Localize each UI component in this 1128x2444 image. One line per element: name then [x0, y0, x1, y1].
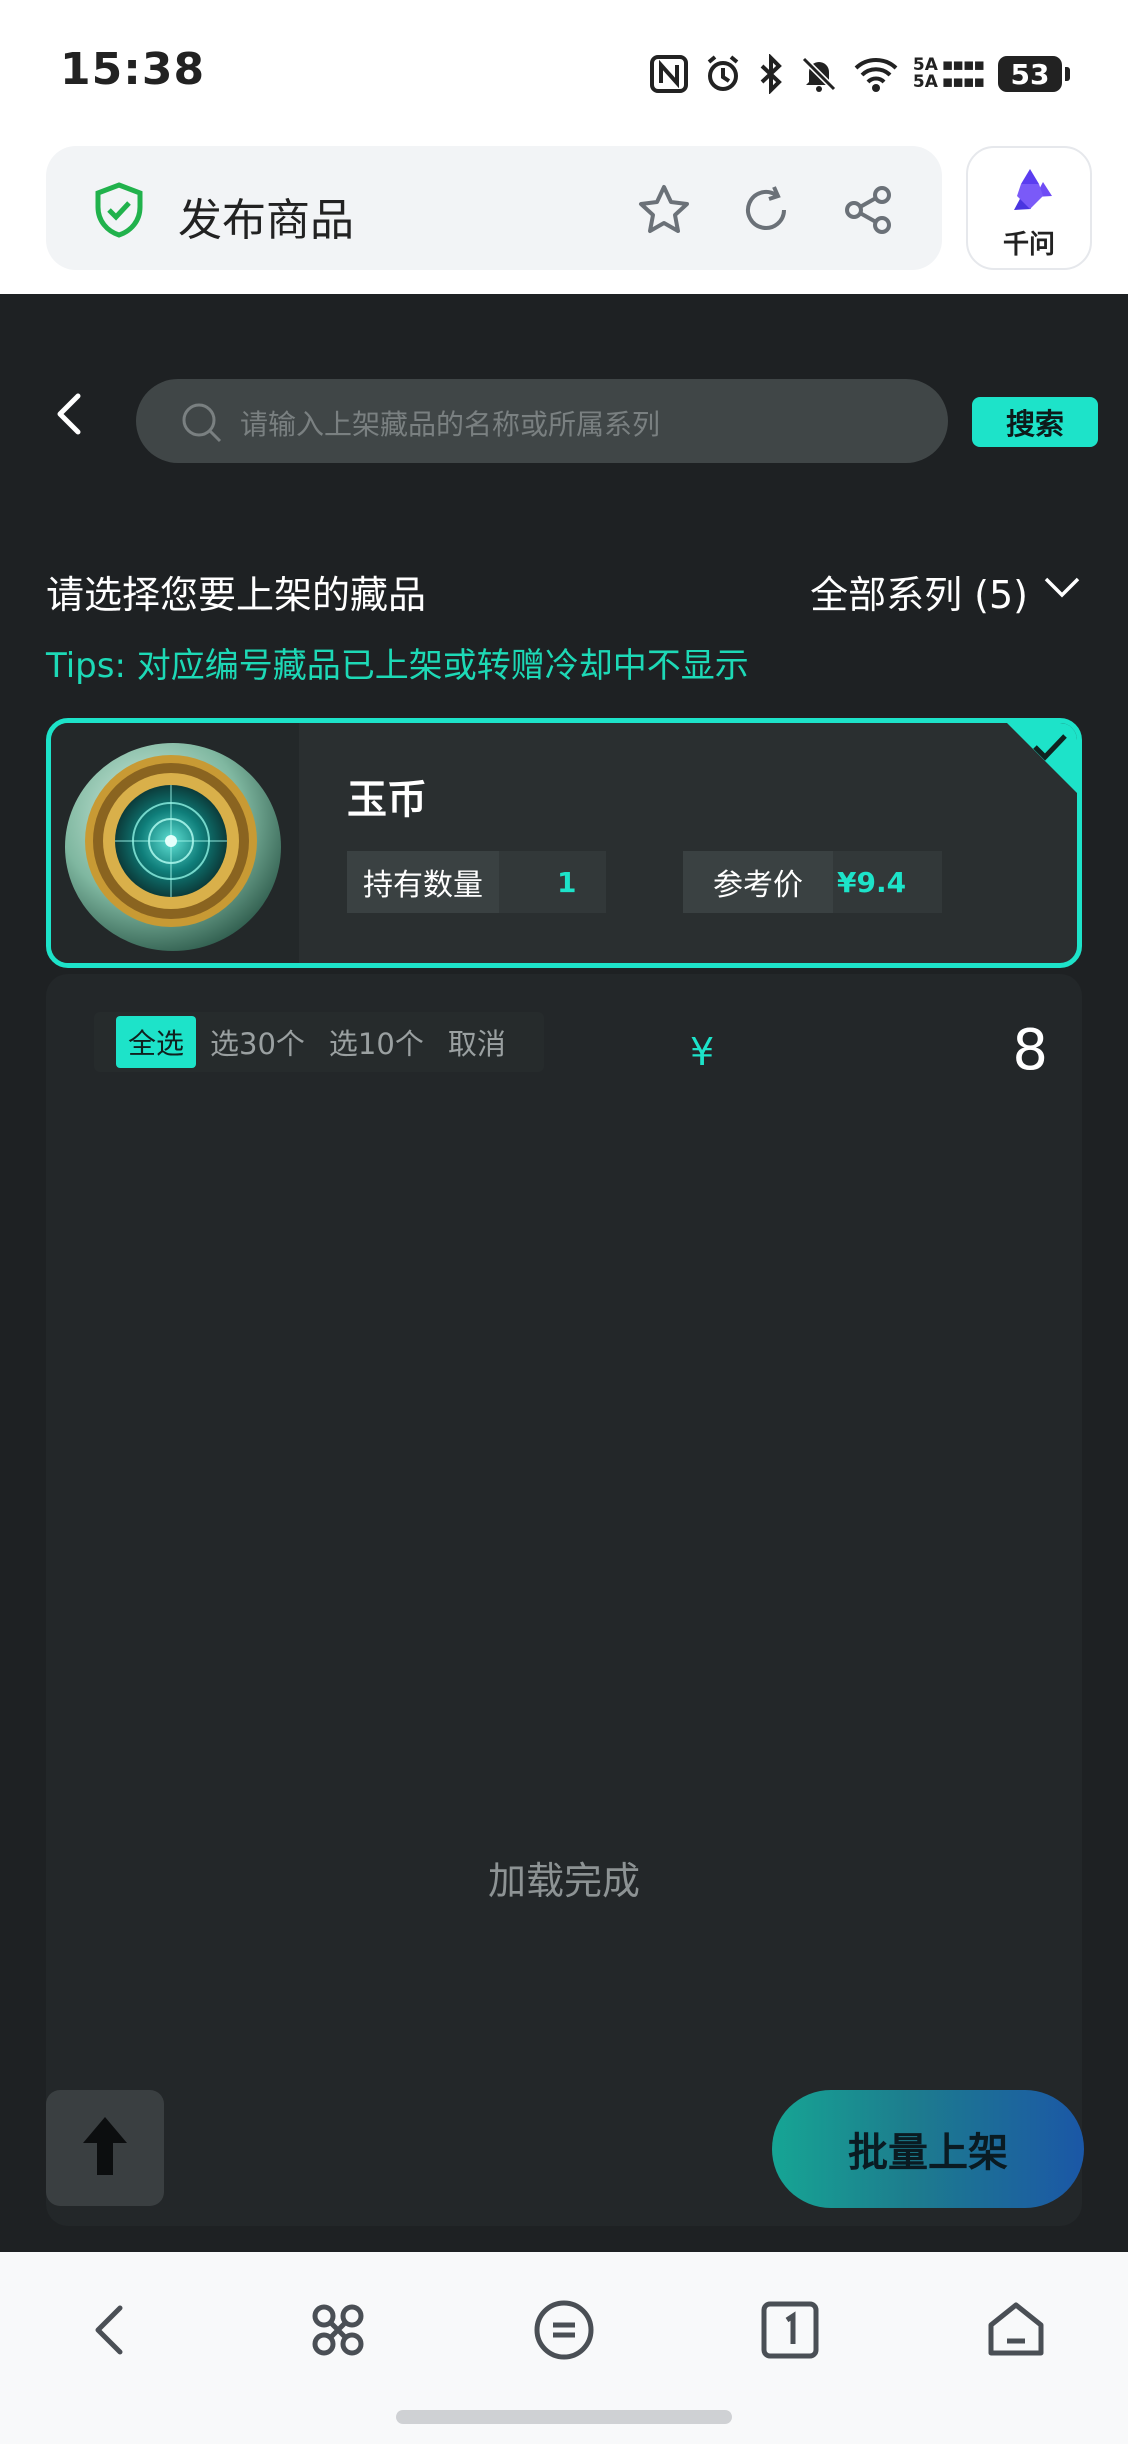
publish-page: 请输入上架藏品的名称或所属系列 搜索 请选择您要上架的藏品 全部系列 (5) T… [0, 294, 1128, 2252]
cancel-selection-button[interactable]: 取消 [448, 1021, 506, 1063]
chevron-down-icon [1042, 567, 1082, 616]
nav-apps-icon[interactable] [298, 2290, 378, 2370]
arrow-up-icon [79, 2115, 131, 2181]
search-input[interactable]: 请输入上架藏品的名称或所属系列 [136, 379, 948, 463]
scroll-top-button[interactable] [46, 2090, 164, 2206]
select-10-button[interactable]: 选10个 [329, 1021, 424, 1063]
home-indicator [396, 2410, 732, 2424]
shield-check-icon [92, 182, 146, 242]
quantity-pill: 持有数量 1 [347, 851, 607, 913]
battery-icon: 53 [998, 56, 1070, 92]
signal-icon: 5A ▪▪▪▪ 5A ▪▪▪▪ [912, 55, 985, 92]
qianwen-label: 千问 [1002, 230, 1055, 260]
search-icon [180, 401, 224, 449]
alarm-icon [703, 54, 743, 94]
bluetooth-icon [757, 54, 785, 94]
qianwen-logo-icon [1004, 166, 1056, 222]
search-button[interactable]: 搜索 [972, 397, 1098, 447]
qianwen-button[interactable]: 千问 [966, 146, 1092, 270]
section-title: 请选择您要上架的藏品 [46, 573, 427, 617]
status-icons: 5A ▪▪▪▪ 5A ▪▪▪▪ 53 [649, 52, 1070, 96]
nav-home-icon[interactable] [976, 2290, 1056, 2370]
series-filter-label: 全部系列 (5) [810, 573, 1028, 617]
select-30-button[interactable]: 选30个 [210, 1021, 305, 1063]
tips-text: Tips: 对应编号藏品已上架或转赠冷却中不显示 [46, 646, 749, 686]
collection-card[interactable]: 玉币 持有数量 1 参考价 ¥9.4 [46, 718, 1082, 968]
list-loaded-status: 加载完成 [487, 1859, 640, 1903]
wifi-icon [853, 54, 899, 94]
refresh-icon[interactable] [738, 182, 794, 238]
selection-bar: 全选 选30个 选10个 取消 [94, 1012, 544, 1072]
nfc-icon [649, 54, 689, 94]
status-bar: 15:38 5A ▪▪▪▪ 5A ▪▪▪▪ 53 [0, 0, 1128, 140]
quantity-label: 持有数量 [347, 851, 499, 913]
price-input[interactable]: 8 [1012, 1018, 1048, 1083]
currency-symbol: ¥ [690, 1030, 715, 1074]
browser-toolbar: 发布商品 千问 [0, 140, 1128, 294]
browser-bottom-nav [0, 2252, 1128, 2444]
batch-list-button[interactable]: 批量上架 [772, 2090, 1084, 2208]
back-arrow-icon[interactable] [46, 390, 94, 438]
check-icon [1031, 731, 1069, 767]
collection-list-panel [46, 974, 1082, 2226]
address-bar[interactable]: 发布商品 [46, 146, 942, 270]
price-pill: 参考价 ¥9.4 [683, 851, 943, 913]
series-filter[interactable]: 全部系列 (5) [810, 564, 1082, 619]
select-all-button[interactable]: 全选 [116, 1016, 197, 1068]
nav-tabs-icon[interactable] [750, 2290, 830, 2370]
nav-back-icon[interactable] [72, 2290, 152, 2370]
price-value: ¥9.4 [837, 865, 907, 899]
product-name: 玉币 [347, 777, 427, 823]
status-time: 15:38 [60, 44, 206, 95]
search-placeholder: 请输入上架藏品的名称或所属系列 [240, 408, 661, 441]
star-icon[interactable] [636, 182, 692, 238]
mute-icon [799, 54, 839, 94]
product-image [51, 723, 299, 963]
quantity-value: 1 [557, 865, 577, 899]
page-title: 发布商品 [178, 195, 354, 246]
price-label: 参考价 [683, 851, 833, 913]
share-icon[interactable] [840, 182, 896, 238]
nav-menu-icon[interactable] [524, 2290, 604, 2370]
